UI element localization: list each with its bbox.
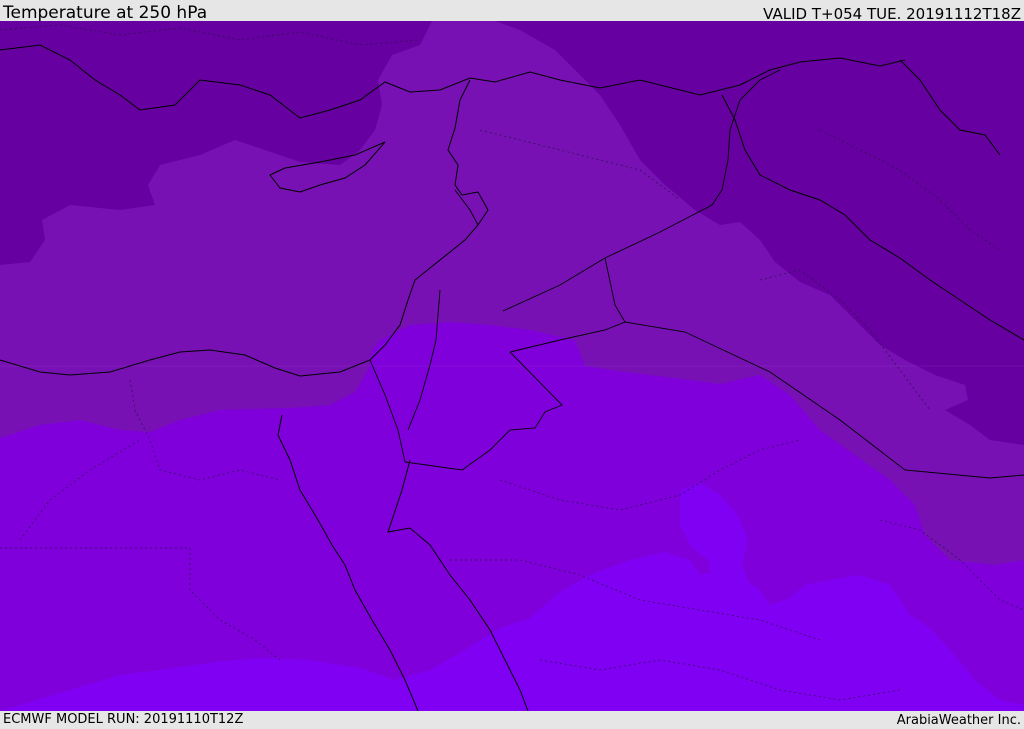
map-canvas[interactable]: [0, 21, 1024, 711]
model-run: ECMWF MODEL RUN: 20191110T12Z: [3, 712, 244, 727]
credit-text: ArabiaWeather Inc.: [896, 713, 1021, 728]
header-bar: Temperature at 250 hPa VALID T+054 TUE. …: [0, 0, 1024, 23]
map-title: Temperature at 250 hPa: [3, 3, 208, 23]
footer-bar: ECMWF MODEL RUN: 20191110T12Z ArabiaWeat…: [0, 711, 1024, 729]
